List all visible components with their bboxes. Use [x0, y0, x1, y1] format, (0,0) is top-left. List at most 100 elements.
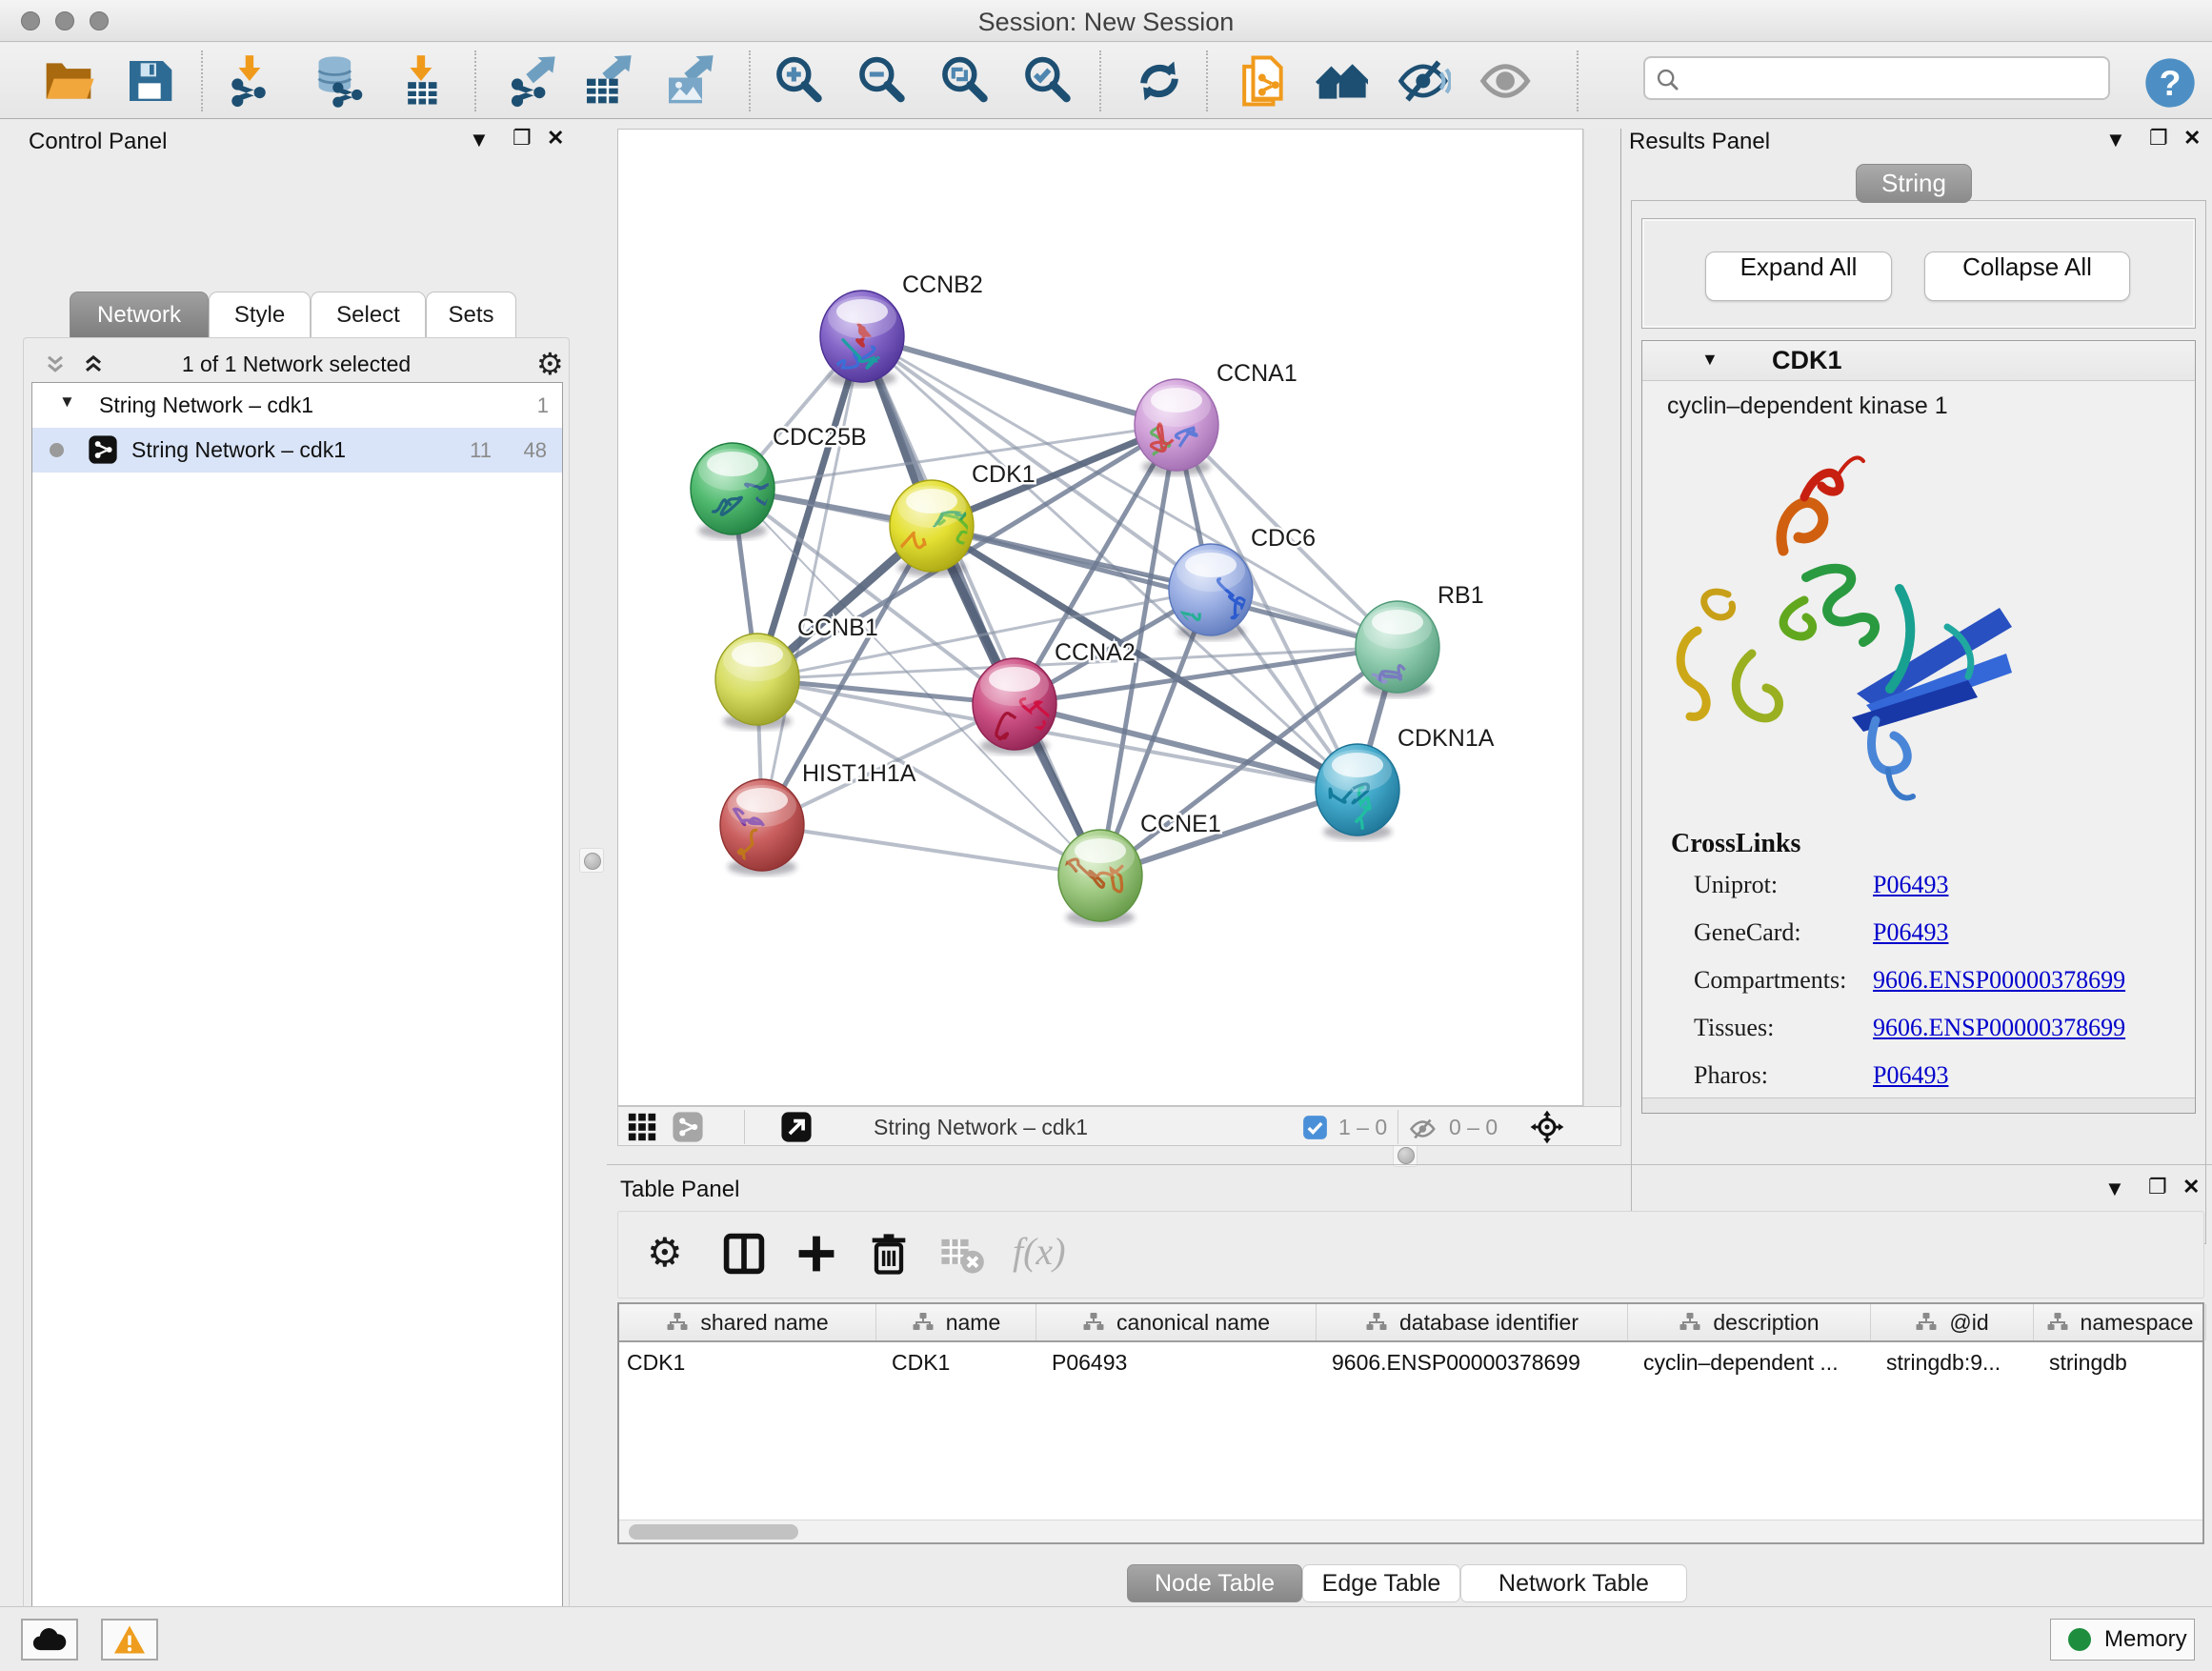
table-options-gear-icon[interactable]: ⚙	[647, 1229, 696, 1278]
grid-view-icon[interactable]	[626, 1111, 658, 1143]
import-network-icon[interactable]	[222, 54, 275, 108]
column-type-icon	[666, 1311, 689, 1334]
table-cell[interactable]: cyclin–dependent ...	[1628, 1342, 1871, 1382]
network-collection-row[interactable]: ▼ String Network – cdk1 1	[32, 383, 562, 428]
network-options-gear-icon[interactable]: ⚙	[536, 346, 564, 382]
network-node-CCNA1[interactable]	[1135, 379, 1218, 475]
results-horizontal-scrollbar[interactable]	[1642, 1097, 2195, 1113]
search-input[interactable]	[1643, 56, 2110, 100]
zoom-in-icon[interactable]	[772, 54, 825, 108]
network-row[interactable]: String Network – cdk1 11 48	[32, 428, 562, 473]
crosslink-label: Pharos:	[1694, 1061, 1768, 1090]
table-horizontal-scrollbar[interactable]	[619, 1520, 2202, 1542]
table-panel-float-icon[interactable]: ❐	[2148, 1175, 2167, 1199]
results-panel-collapse-icon[interactable]: ▼	[2105, 128, 2126, 152]
network-node-CDC6[interactable]	[1169, 544, 1253, 640]
show-panels-eye-icon[interactable]	[1478, 54, 1531, 108]
network-share-view-icon[interactable]	[672, 1111, 704, 1143]
delete-table-icon[interactable]	[936, 1229, 986, 1278]
table-panel-close-icon[interactable]: ✕	[2182, 1175, 2200, 1199]
crosslink-link[interactable]: 9606.ENSP00000378699	[1873, 1014, 2125, 1042]
zoom-out-icon[interactable]	[855, 54, 908, 108]
import-table-icon[interactable]	[393, 54, 447, 108]
gene-section-header[interactable]: ▼ CDK1	[1642, 341, 2195, 381]
column-header-namespace[interactable]: namespace	[2034, 1304, 2206, 1340]
crosslink-link[interactable]: P06493	[1873, 918, 1948, 947]
show-columns-icon[interactable]	[719, 1229, 769, 1278]
network-node-HIST1H1A[interactable]	[720, 779, 804, 880]
crosslink-link[interactable]: P06493	[1873, 871, 1948, 899]
column-header-database-identifier[interactable]: database identifier	[1317, 1304, 1628, 1340]
export-network-icon[interactable]	[504, 54, 557, 108]
network-node-CCNE1[interactable]	[1058, 830, 1142, 926]
cloud-button[interactable]	[21, 1619, 78, 1661]
tab-select[interactable]: Select	[311, 292, 426, 338]
control-panel-float-icon[interactable]: ❐	[513, 126, 532, 151]
crosslink-link[interactable]: P06493	[1873, 1061, 1948, 1090]
column-header--id[interactable]: @id	[1871, 1304, 2034, 1340]
tab-string[interactable]: String	[1856, 164, 1972, 203]
pan-crosshair-icon[interactable]	[1529, 1109, 1565, 1145]
network-node-CCNB1[interactable]	[715, 634, 799, 730]
tab-node-table[interactable]: Node Table	[1127, 1564, 1302, 1602]
open-session-icon[interactable]	[42, 54, 95, 108]
delete-column-trash-icon[interactable]	[864, 1229, 914, 1278]
results-panel-close-icon[interactable]: ✕	[2183, 126, 2201, 151]
refresh-icon[interactable]	[1133, 54, 1186, 108]
table-cell[interactable]: P06493	[1036, 1342, 1317, 1382]
column-header-shared-name[interactable]: shared name	[619, 1304, 876, 1340]
collapse-all-button[interactable]: Collapse All	[1924, 252, 2130, 301]
results-panel-float-icon[interactable]: ❐	[2149, 126, 2168, 151]
tab-sets[interactable]: Sets	[426, 292, 516, 338]
table-panel-collapse-icon[interactable]: ▼	[2104, 1177, 2125, 1201]
add-column-icon[interactable]	[792, 1229, 841, 1278]
export-table-icon[interactable]	[580, 54, 633, 108]
scrollbar-thumb[interactable]	[629, 1524, 798, 1540]
detach-view-icon[interactable]	[780, 1111, 813, 1143]
function-builder-icon[interactable]: f(x)	[1013, 1229, 1098, 1278]
control-panel-close-icon[interactable]: ✕	[547, 126, 564, 151]
network-edge[interactable]	[762, 336, 862, 825]
network-scrollbar[interactable]	[1583, 129, 1621, 1106]
table-cell[interactable]: CDK1	[876, 1342, 1036, 1382]
column-header-description[interactable]: description	[1628, 1304, 1871, 1340]
table-cell[interactable]: 9606.ENSP00000378699	[1317, 1342, 1628, 1382]
tab-style[interactable]: Style	[209, 292, 311, 338]
table-cell[interactable]: stringdb	[2034, 1342, 2206, 1382]
expand-all-button[interactable]: Expand All	[1705, 252, 1892, 301]
crosslink-link[interactable]: 9606.ENSP00000378699	[1873, 966, 2125, 995]
memory-button[interactable]: Memory	[2050, 1619, 2195, 1661]
network-edge-count: 48	[524, 438, 547, 463]
selected-checkbox-icon[interactable]	[1302, 1115, 1328, 1140]
hide-panels-eye-slash-icon[interactable]	[1398, 54, 1451, 108]
network-node-RB1[interactable]	[1356, 601, 1439, 700]
tab-network-table[interactable]: Network Table	[1460, 1564, 1687, 1602]
export-image-icon[interactable]	[662, 54, 715, 108]
section-expander-icon[interactable]: ▼	[1701, 350, 1719, 370]
network-edge[interactable]	[762, 825, 1100, 876]
network-node-CDKN1A[interactable]	[1316, 744, 1399, 840]
homes-icon[interactable]	[1315, 54, 1368, 108]
table-cell[interactable]: CDK1	[619, 1342, 876, 1382]
network-view[interactable]: CCNB2CCNA1CDC25BCDK1CDC6RB1CCNB1CCNA2CDK…	[617, 129, 1583, 1106]
network-edge[interactable]	[932, 526, 1398, 647]
hidden-eye-slash-icon[interactable]	[1409, 1115, 1438, 1143]
warnings-button[interactable]	[101, 1619, 158, 1661]
table-cell[interactable]: stringdb:9...	[1871, 1342, 2034, 1382]
left-splitter-handle[interactable]	[579, 848, 604, 873]
node-table[interactable]: shared namenamecanonical namedatabase id…	[617, 1302, 2204, 1544]
tab-network[interactable]: Network	[70, 292, 209, 338]
control-panel-collapse-icon[interactable]: ▼	[469, 128, 490, 152]
tree-expander-icon[interactable]: ▼	[59, 393, 75, 412]
column-header-canonical-name[interactable]: canonical name	[1036, 1304, 1317, 1340]
network-node-CCNA2[interactable]	[973, 658, 1056, 762]
zoom-selected-icon[interactable]	[1020, 54, 1074, 108]
string-app-icon[interactable]	[1237, 54, 1290, 108]
save-session-icon[interactable]	[123, 54, 176, 108]
help-icon[interactable]: ?	[2143, 56, 2197, 110]
table-row[interactable]: CDK1CDK1P064939606.ENSP00000378699cyclin…	[619, 1342, 2202, 1382]
zoom-fit-icon[interactable]	[937, 54, 991, 108]
column-header-name[interactable]: name	[876, 1304, 1036, 1340]
tab-edge-table[interactable]: Edge Table	[1302, 1564, 1460, 1602]
import-network-from-database-icon[interactable]	[312, 54, 366, 108]
